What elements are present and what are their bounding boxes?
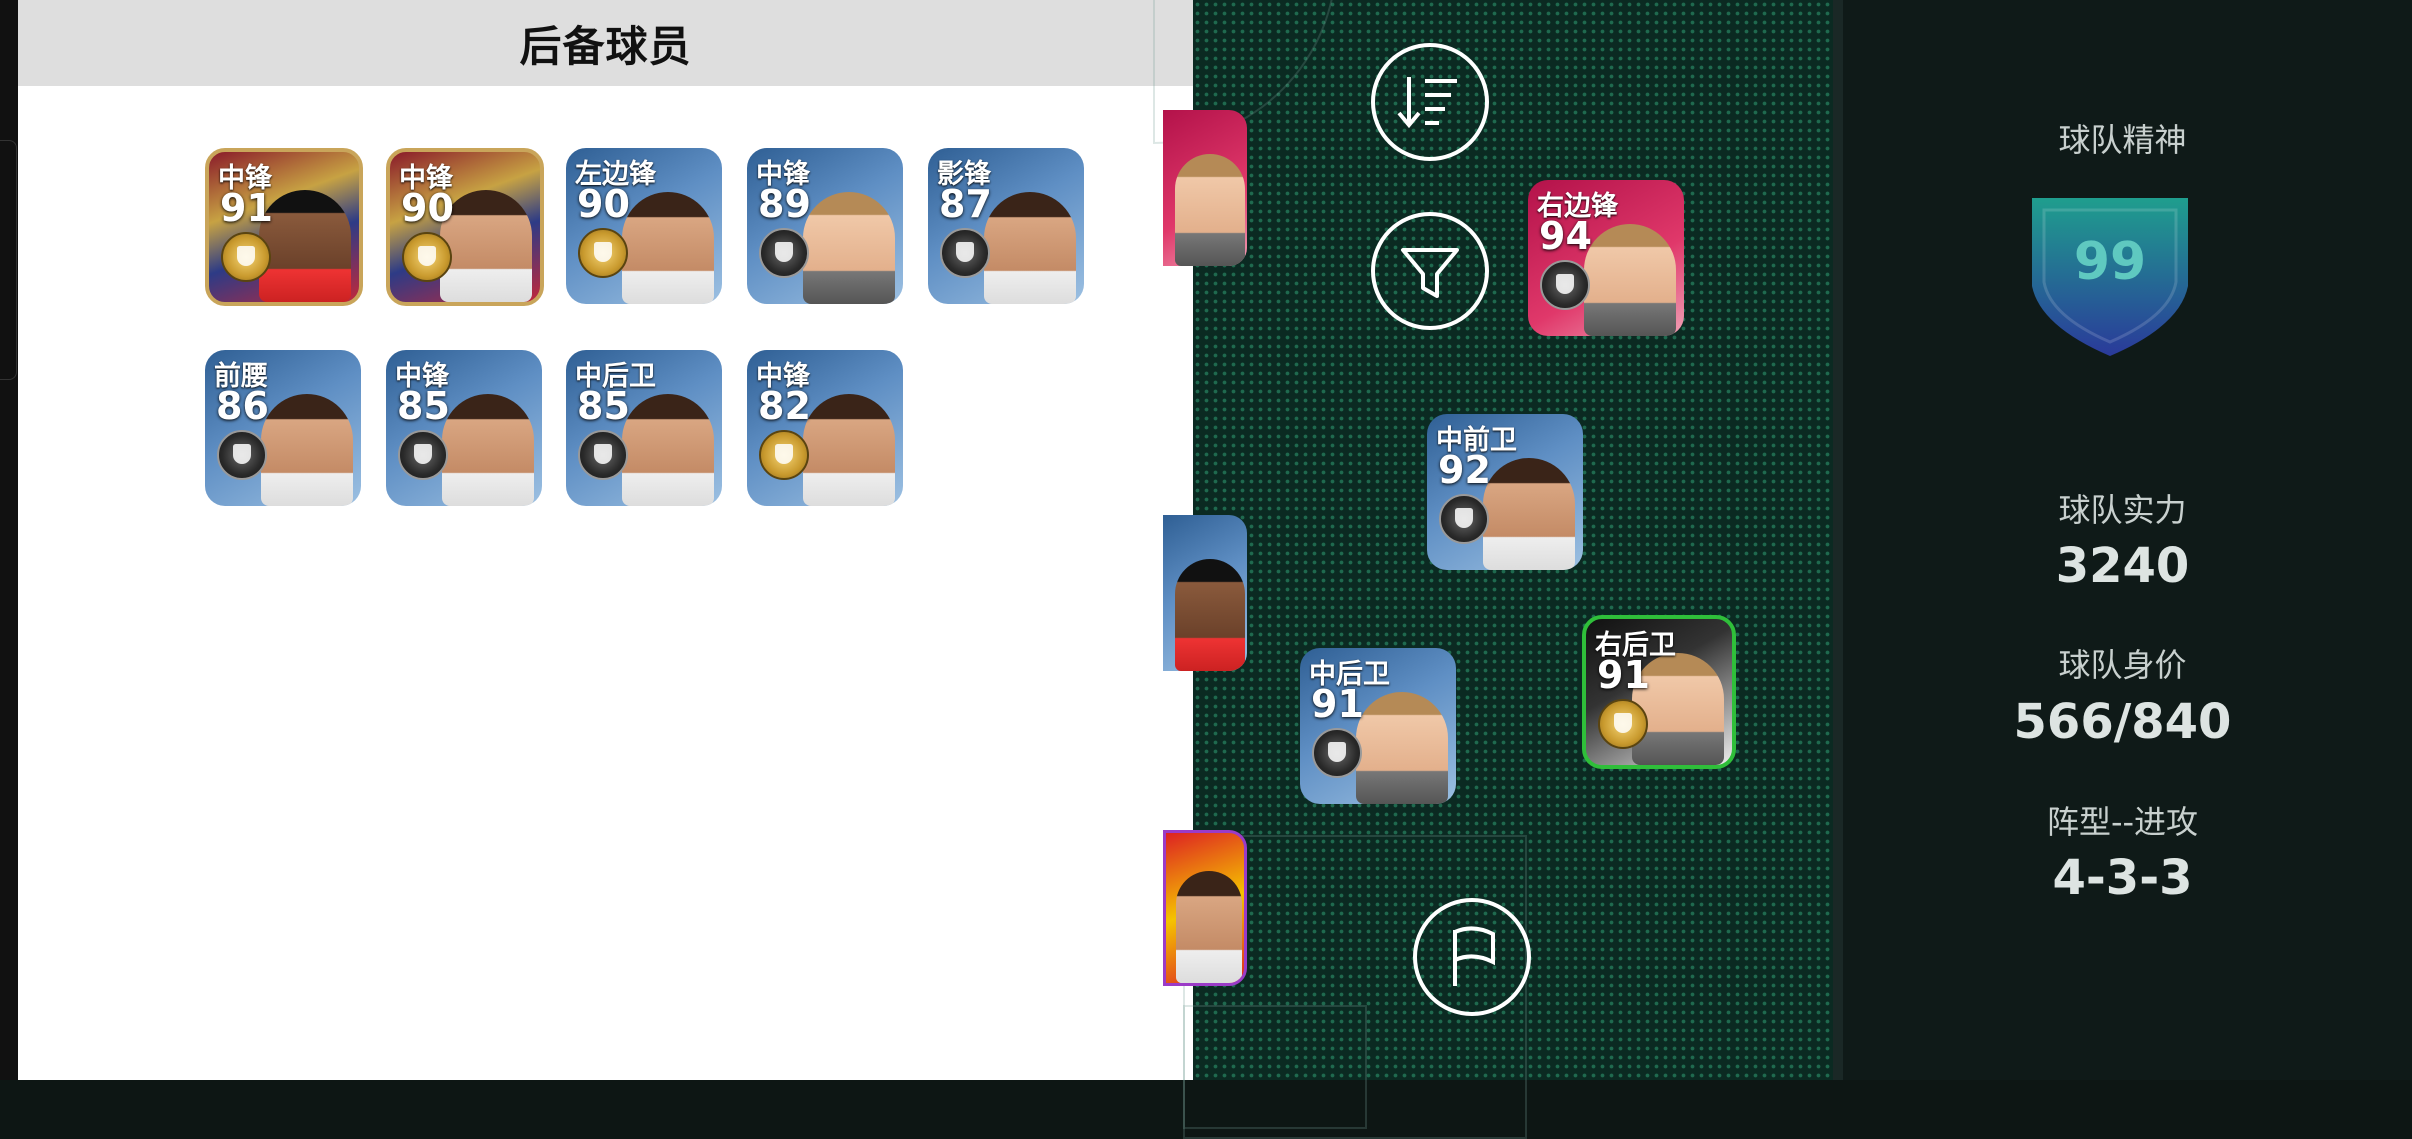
club-badge-icon [759,430,809,480]
club-badge-icon [398,430,448,480]
player-rating: 92 [1438,448,1491,492]
filter-icon [1401,248,1459,298]
filter-button[interactable] [1371,212,1489,330]
player-rating: 86 [216,384,269,428]
pitch-player-card-selected[interactable]: 右后卫 91 [1582,615,1736,769]
reserve-title: 后备球员 [519,21,692,71]
player-rating: 85 [397,384,450,428]
reserve-player-card[interactable]: 中锋 90 [386,148,544,306]
club-badge-icon [1312,728,1362,778]
pitch-player-card[interactable] [1163,830,1247,986]
formation-label: 阵型--进攻 [2046,803,2199,841]
player-portrait [1175,559,1245,671]
edge-handle [0,140,17,380]
club-badge-icon [1540,260,1590,310]
player-portrait [1175,154,1245,266]
formation-value[interactable]: 4-3-3 [1833,850,2412,906]
team-value-label: 球队身价 [2058,646,2187,684]
flag-button[interactable] [1413,898,1531,1016]
club-badge-icon [1598,699,1648,749]
reserve-player-card[interactable]: 前腰 86 [205,350,361,506]
reserve-panel: 后备球员 中锋 91 中锋 90 左边锋 90 中锋 89 影锋 87 前腰 8… [18,0,1193,1080]
pitch-player-card[interactable] [1163,110,1247,266]
player-rating: 82 [758,384,811,428]
pitch-player-card[interactable] [1163,515,1247,671]
reserve-player-card[interactable]: 中锋 89 [747,148,903,304]
sort-icon [1397,77,1457,129]
sort-button[interactable] [1371,43,1489,161]
player-portrait [1584,224,1676,336]
club-badge-icon [221,232,271,282]
player-rating: 85 [577,384,630,428]
player-portrait [442,394,534,506]
player-rating: 91 [1597,653,1650,697]
player-portrait [984,192,1076,304]
player-portrait [622,394,714,506]
club-badge-icon [578,430,628,480]
player-rating: 87 [939,182,992,226]
reserve-player-card[interactable]: 左边锋 90 [566,148,722,304]
flag-icon [1453,926,1495,986]
team-stats-panel: 球队精神 99 球队实力 3240 球队身价 566/840 阵型--进攻 4-… [1833,0,2412,1080]
reserve-player-card[interactable]: 中锋 82 [747,350,903,506]
formation-pitch: 右边锋 94 中前卫 92 中后卫 91 右后卫 91 [1153,0,1833,1139]
player-rating: 94 [1539,214,1592,258]
team-strength-value: 3240 [2055,538,2190,594]
club-badge-icon [217,430,267,480]
screen-edge [0,0,18,1080]
player-rating: 91 [1311,682,1364,726]
club-badge-icon [1439,494,1489,544]
pitch-player-card[interactable]: 中后卫 91 [1300,648,1456,804]
player-rating: 91 [220,186,273,230]
team-value-value: 566/840 [2013,694,2232,750]
team-spirit-value: 99 [2073,232,2147,292]
reserve-player-card[interactable]: 影锋 87 [928,148,1084,304]
club-badge-icon [759,228,809,278]
reserve-player-card[interactable]: 中锋 85 [386,350,542,506]
player-portrait [1483,458,1575,570]
club-badge-icon [402,232,452,282]
player-rating: 90 [577,182,630,226]
goal-box-line [1183,1005,1367,1129]
club-badge-icon [940,228,990,278]
player-portrait [1176,871,1242,983]
player-portrait [803,192,895,304]
reserve-header: 后备球员 [18,0,1193,86]
player-rating: 89 [758,182,811,226]
team-spirit-label: 球队精神 [2058,121,2187,159]
player-portrait [261,394,353,506]
player-portrait [622,192,714,304]
player-rating: 90 [401,186,454,230]
reserve-player-card[interactable]: 中后卫 85 [566,350,722,506]
club-badge-icon [578,228,628,278]
team-strength-label: 球队实力 [2058,491,2187,529]
pitch-player-card[interactable]: 右边锋 94 [1528,180,1684,336]
player-portrait [803,394,895,506]
pitch-player-card[interactable]: 中前卫 92 [1427,414,1583,570]
reserve-player-card[interactable]: 中锋 91 [205,148,363,306]
player-portrait [1356,692,1448,804]
